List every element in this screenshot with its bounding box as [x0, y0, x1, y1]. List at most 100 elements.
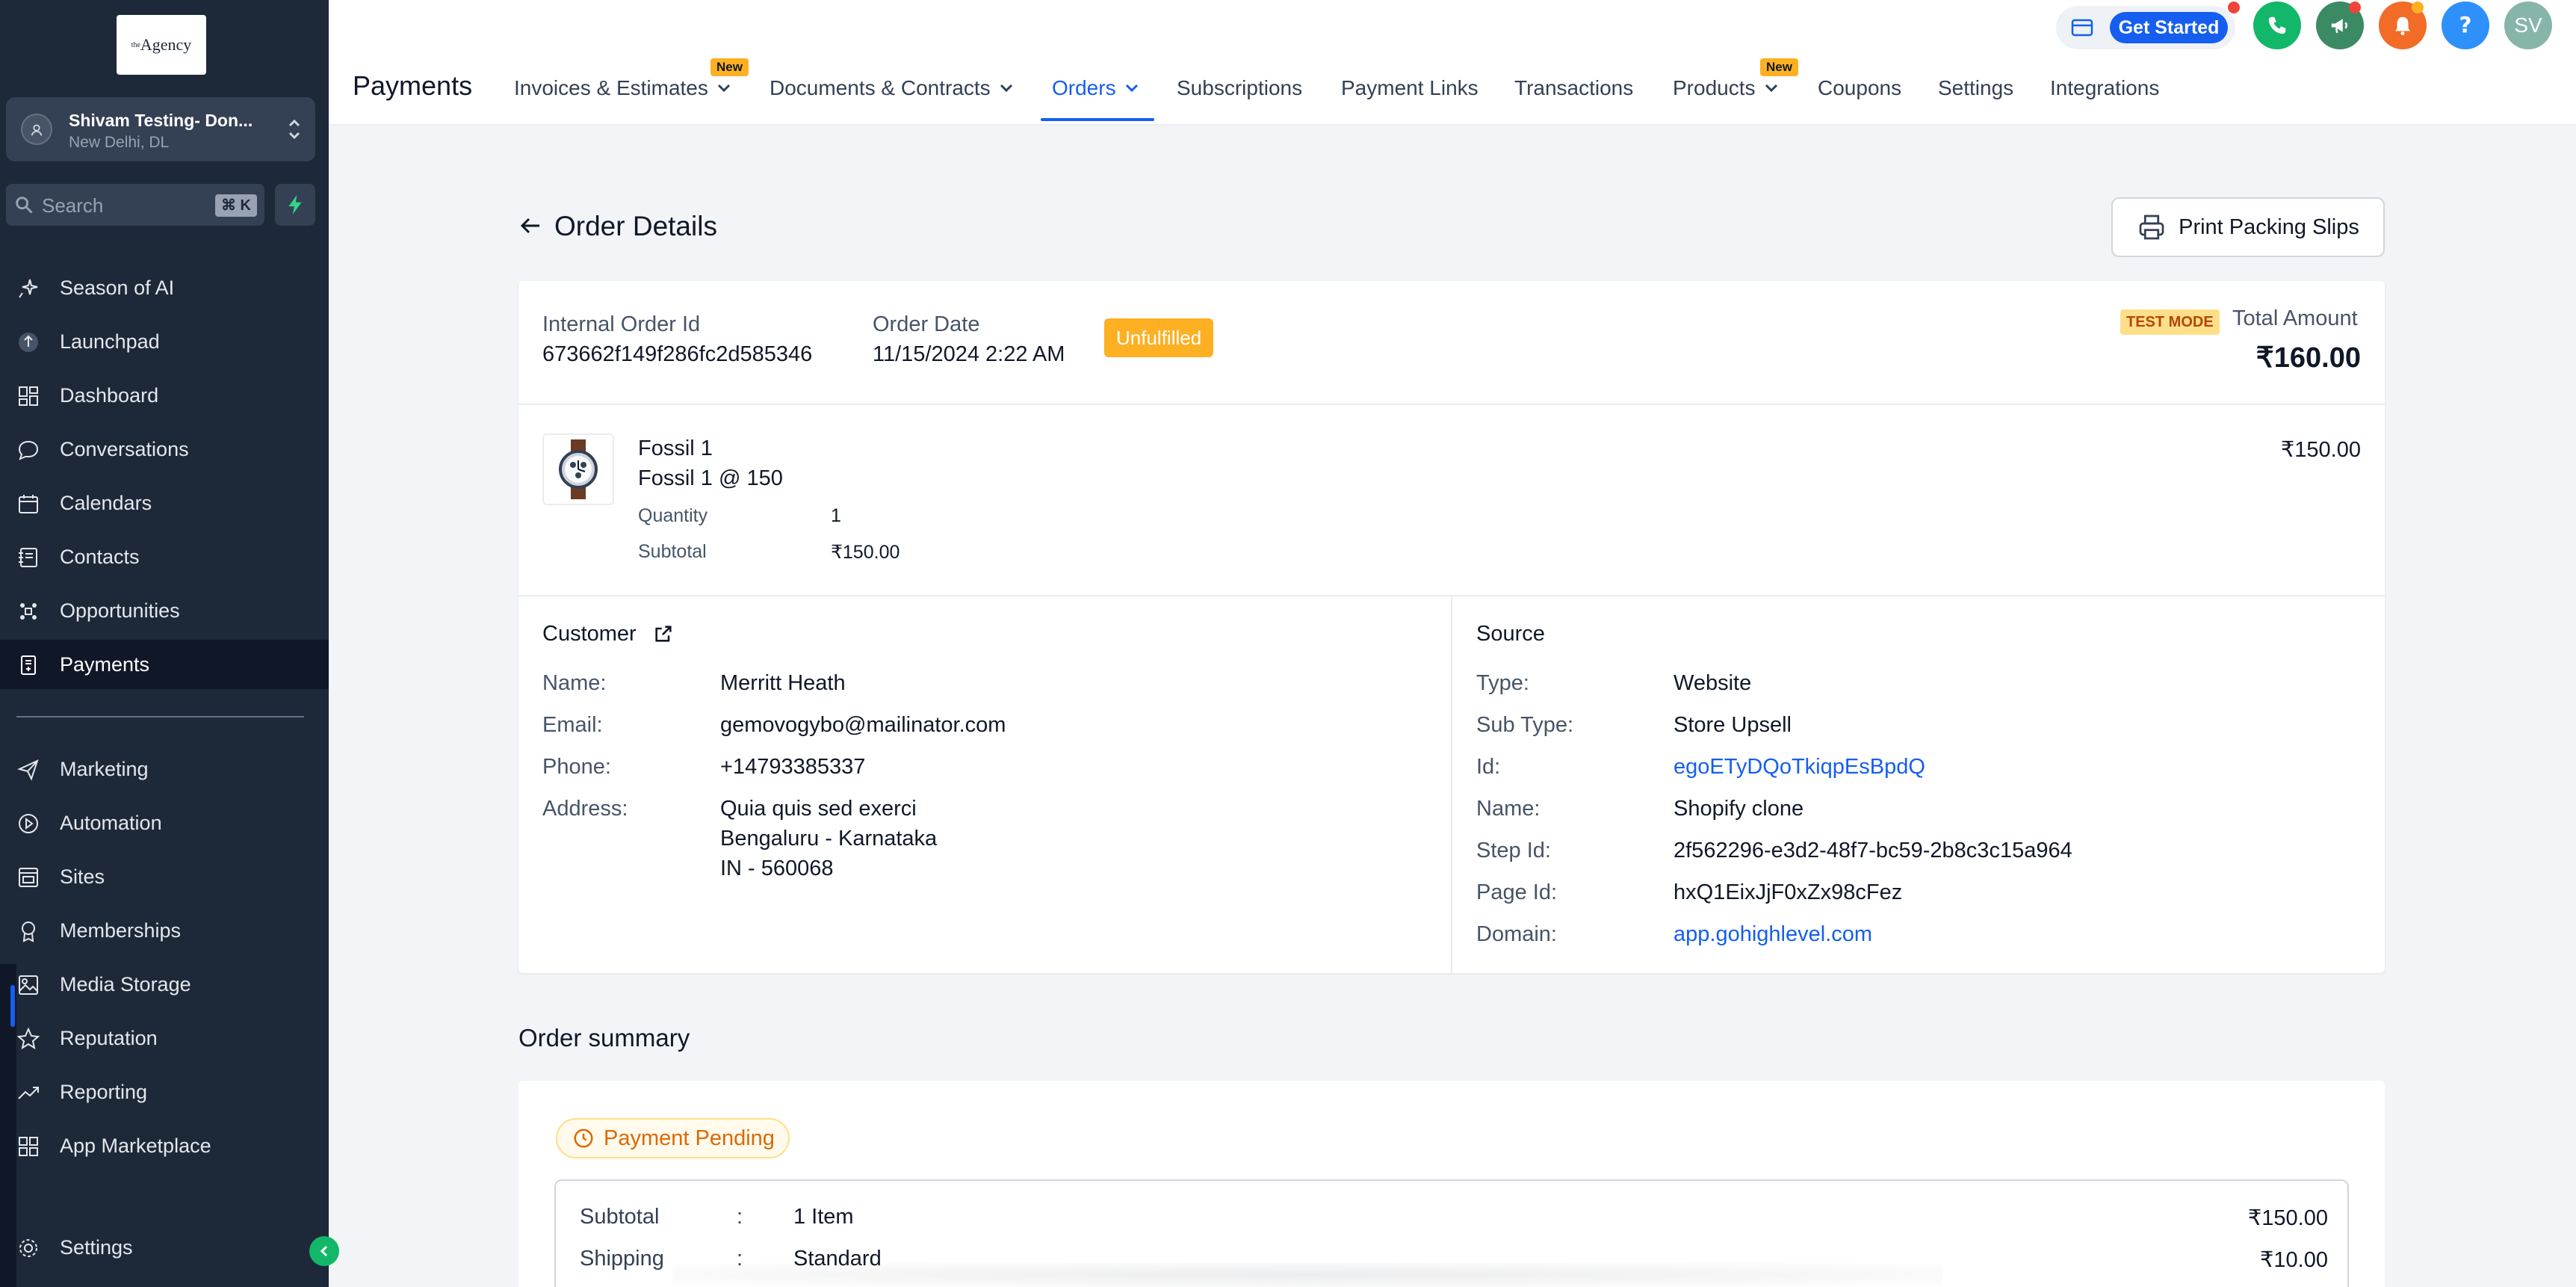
order-details-title: Order Details	[554, 211, 717, 241]
clock-icon	[574, 1129, 593, 1148]
tab-invoices-estimates[interactable]: Invoices & Estimates	[514, 76, 731, 100]
sidebar-item-label: Automation	[60, 811, 162, 834]
sidebar-item-media-storage[interactable]: Media Storage	[0, 960, 329, 1009]
order-date-label: Order Date	[873, 312, 980, 336]
sidebar-item-label: App Marketplace	[60, 1134, 211, 1157]
tab-subscriptions[interactable]: Subscriptions	[1177, 76, 1302, 100]
sidebar-item-label: Reputation	[60, 1026, 158, 1049]
tab-coupons[interactable]: Coupons	[1818, 76, 1901, 100]
help-button[interactable]: ?	[2442, 1, 2489, 49]
svg-text:?: ?	[2459, 13, 2471, 37]
apps-icon	[19, 1137, 38, 1156]
get-started-widget[interactable]: Get Started	[2056, 6, 2235, 49]
separator	[518, 404, 2385, 405]
quick-actions-button[interactable]	[275, 184, 315, 226]
back-arrow-icon[interactable]	[518, 214, 542, 238]
sidebar-item-conversations[interactable]: Conversations	[0, 425, 329, 474]
sidebar-item-marketing[interactable]: Marketing	[0, 744, 329, 794]
order-date: 11/15/2024 2:22 AM	[873, 342, 1065, 366]
row-colon: :	[737, 1205, 743, 1229]
sidebar-item-memberships[interactable]: Memberships	[0, 906, 329, 955]
sidebar-item-launchpad[interactable]: Launchpad	[0, 317, 329, 366]
active-tab-indicator	[1041, 118, 1154, 121]
sidebar-item-automation[interactable]: Automation	[0, 798, 329, 848]
chart-icon	[18, 1087, 39, 1099]
address-line: IN - 560068	[720, 857, 834, 880]
sidebar-item-app-marketplace[interactable]: App Marketplace	[0, 1121, 329, 1170]
source-heading: Source	[1476, 622, 1545, 646]
location-icon	[21, 114, 52, 145]
bell-icon	[2395, 16, 2410, 36]
sidebar-item-label: Opportunities	[60, 599, 180, 622]
account-switcher[interactable]: Shivam Testing- Don... New Delhi, DL	[6, 97, 315, 161]
tab-label: Invoices & Estimates	[514, 76, 708, 99]
product-name: Fossil 1	[638, 436, 713, 460]
product-variant: Fossil 1 @ 150	[638, 466, 783, 490]
sidebar-search[interactable]: Search ⌘ K	[6, 184, 264, 226]
tab-documents-contracts[interactable]: Documents & Contracts	[770, 76, 1013, 100]
source-id-label: Id:	[1476, 755, 1501, 779]
get-started-button[interactable]: Get Started	[2110, 12, 2228, 43]
send-icon	[17, 759, 39, 781]
tab-payment-links[interactable]: Payment Links	[1341, 76, 1479, 100]
new-badge: New	[1760, 58, 1798, 76]
phone-button[interactable]	[2253, 1, 2301, 49]
tab-settings[interactable]: Settings	[1938, 76, 2013, 100]
chevron-left-icon	[320, 1245, 328, 1257]
calendar-icon	[19, 495, 38, 513]
sidebar-item-sites[interactable]: Sites	[0, 852, 329, 901]
summary-row-subtotal: Subtotal : 1 Item ₹150.00	[580, 1205, 2328, 1238]
order-details-card: Internal Order Id 673662f149f286fc2d5853…	[518, 281, 2385, 973]
sidebar-item-label: Season of AI	[60, 276, 175, 299]
sidebar-item-label: Sites	[60, 865, 105, 888]
collapse-sidebar-button[interactable]	[309, 1236, 339, 1266]
megaphone-icon	[2331, 19, 2347, 34]
tab-products[interactable]: Products	[1673, 76, 1778, 100]
source-type: Website	[1674, 671, 1752, 695]
image-icon	[19, 975, 38, 995]
question-icon: ?	[2459, 13, 2471, 37]
sidebar-item-settings[interactable]: Settings	[0, 1223, 329, 1272]
sidebar-item-dashboard[interactable]: Dashboard	[0, 371, 329, 420]
credit-card-icon	[2071, 19, 2093, 37]
user-avatar[interactable]: SV	[2504, 1, 2552, 49]
row-amount: ₹150.00	[2247, 1206, 2328, 1230]
tab-transactions[interactable]: Transactions	[1514, 76, 1633, 100]
sidebar-item-reputation[interactable]: Reputation	[0, 1013, 329, 1063]
notification-dot	[2412, 1, 2424, 13]
sidebar-item-calendars[interactable]: Calendars	[0, 478, 329, 528]
source-step-id-label: Step Id:	[1476, 839, 1551, 862]
internal-order-id-label: Internal Order Id	[542, 312, 701, 336]
sidebar-item-payments[interactable]: Payments	[0, 640, 329, 689]
test-mode-badge: TEST MODE	[2120, 309, 2220, 335]
customer-email: gemovogybo@mailinator.com	[720, 713, 1006, 737]
sidebar-item-label: Marketing	[60, 757, 149, 780]
gear-icon	[19, 1239, 37, 1257]
tab-orders[interactable]: Orders	[1052, 76, 1139, 100]
membership-icon	[22, 922, 35, 942]
external-link-icon[interactable]	[653, 623, 674, 644]
source-type-label: Type:	[1476, 671, 1529, 695]
sidebar-item-season-of-ai[interactable]: Season of AI	[0, 263, 329, 312]
customer-heading: Customer	[542, 622, 637, 646]
agency-logo[interactable]: the Agency	[117, 15, 206, 75]
chevron-down-icon	[1125, 84, 1138, 93]
source-domain-link[interactable]: app.gohighlevel.com	[1674, 922, 1872, 947]
sidebar-item-opportunities[interactable]: Opportunities	[0, 586, 329, 635]
tab-label: Integrations	[2050, 76, 2160, 99]
source-domain-label: Domain:	[1476, 922, 1557, 946]
print-packing-slips-button[interactable]: Print Packing Slips	[2111, 197, 2385, 257]
scroll-indicator-thumb[interactable]	[10, 985, 15, 1027]
sidebar-item-reporting[interactable]: Reporting	[0, 1067, 329, 1117]
source-id-link[interactable]: egoETyDQoTkiqpEsBpdQ	[1674, 755, 1925, 780]
notification-dot	[2349, 1, 2361, 13]
quantity-label: Quantity	[638, 505, 708, 526]
account-location: New Delhi, DL	[69, 134, 170, 151]
tab-integrations[interactable]: Integrations	[2050, 76, 2159, 100]
row-key: Subtotal	[580, 1205, 660, 1229]
sidebar-item-contacts[interactable]: Contacts	[0, 532, 329, 581]
tab-label: Subscriptions	[1177, 76, 1303, 99]
sidebar-item-label: Launchpad	[60, 330, 160, 353]
sidebar-item-label: Contacts	[60, 545, 140, 568]
payments-icon	[21, 655, 36, 675]
